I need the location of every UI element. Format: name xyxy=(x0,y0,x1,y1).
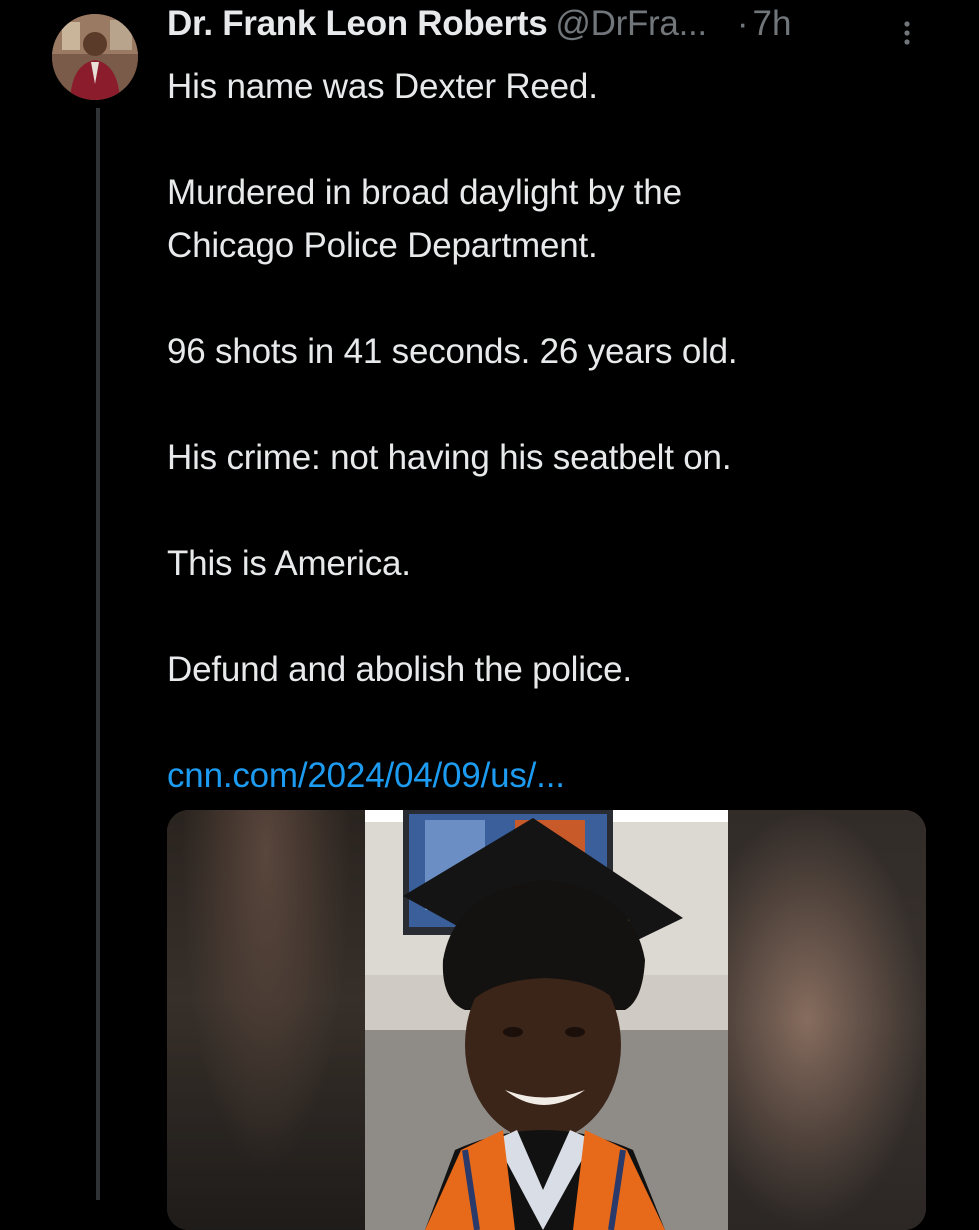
graduation-portrait-image xyxy=(365,810,728,1230)
author-display-name[interactable]: Dr. Frank Leon Roberts xyxy=(167,4,548,44)
tweet-paragraph: 96 shots in 41 seconds. 26 years old. xyxy=(167,332,738,371)
tweet-header: Dr. Frank Leon Roberts @DrFra... · 7h xyxy=(167,0,957,60)
tweet-paragraph: This is America. xyxy=(167,544,411,583)
user-avatar-icon xyxy=(52,14,138,100)
tweet-media-photo[interactable] xyxy=(167,810,926,1230)
tweet-body: His name was Dexter Reed. Murdered in br… xyxy=(167,60,957,802)
article-link[interactable]: cnn.com/2024/04/09/us/... xyxy=(167,749,565,802)
media-blur-left xyxy=(167,810,365,1230)
author-handle[interactable]: @DrFra... xyxy=(555,4,707,44)
tweet-paragraph: His name was Dexter Reed. xyxy=(167,67,598,106)
tweet-timestamp[interactable]: 7h xyxy=(753,4,792,44)
tweet-paragraph: His crime: not having his seatbelt on. xyxy=(167,438,732,477)
thread-connector-line xyxy=(96,108,100,1200)
header-separator: · xyxy=(736,4,749,43)
tweet: Dr. Frank Leon Roberts @DrFra... · 7h Hi… xyxy=(167,0,957,802)
tweet-paragraph: Defund and abolish the police. xyxy=(167,650,632,689)
media-blur-right xyxy=(728,810,926,1230)
tweet-paragraph: Murdered in broad daylight by the Chicag… xyxy=(167,173,682,265)
author-avatar[interactable] xyxy=(52,14,138,100)
portrait-illustration xyxy=(365,810,728,1230)
more-vertical-icon[interactable] xyxy=(902,20,912,46)
